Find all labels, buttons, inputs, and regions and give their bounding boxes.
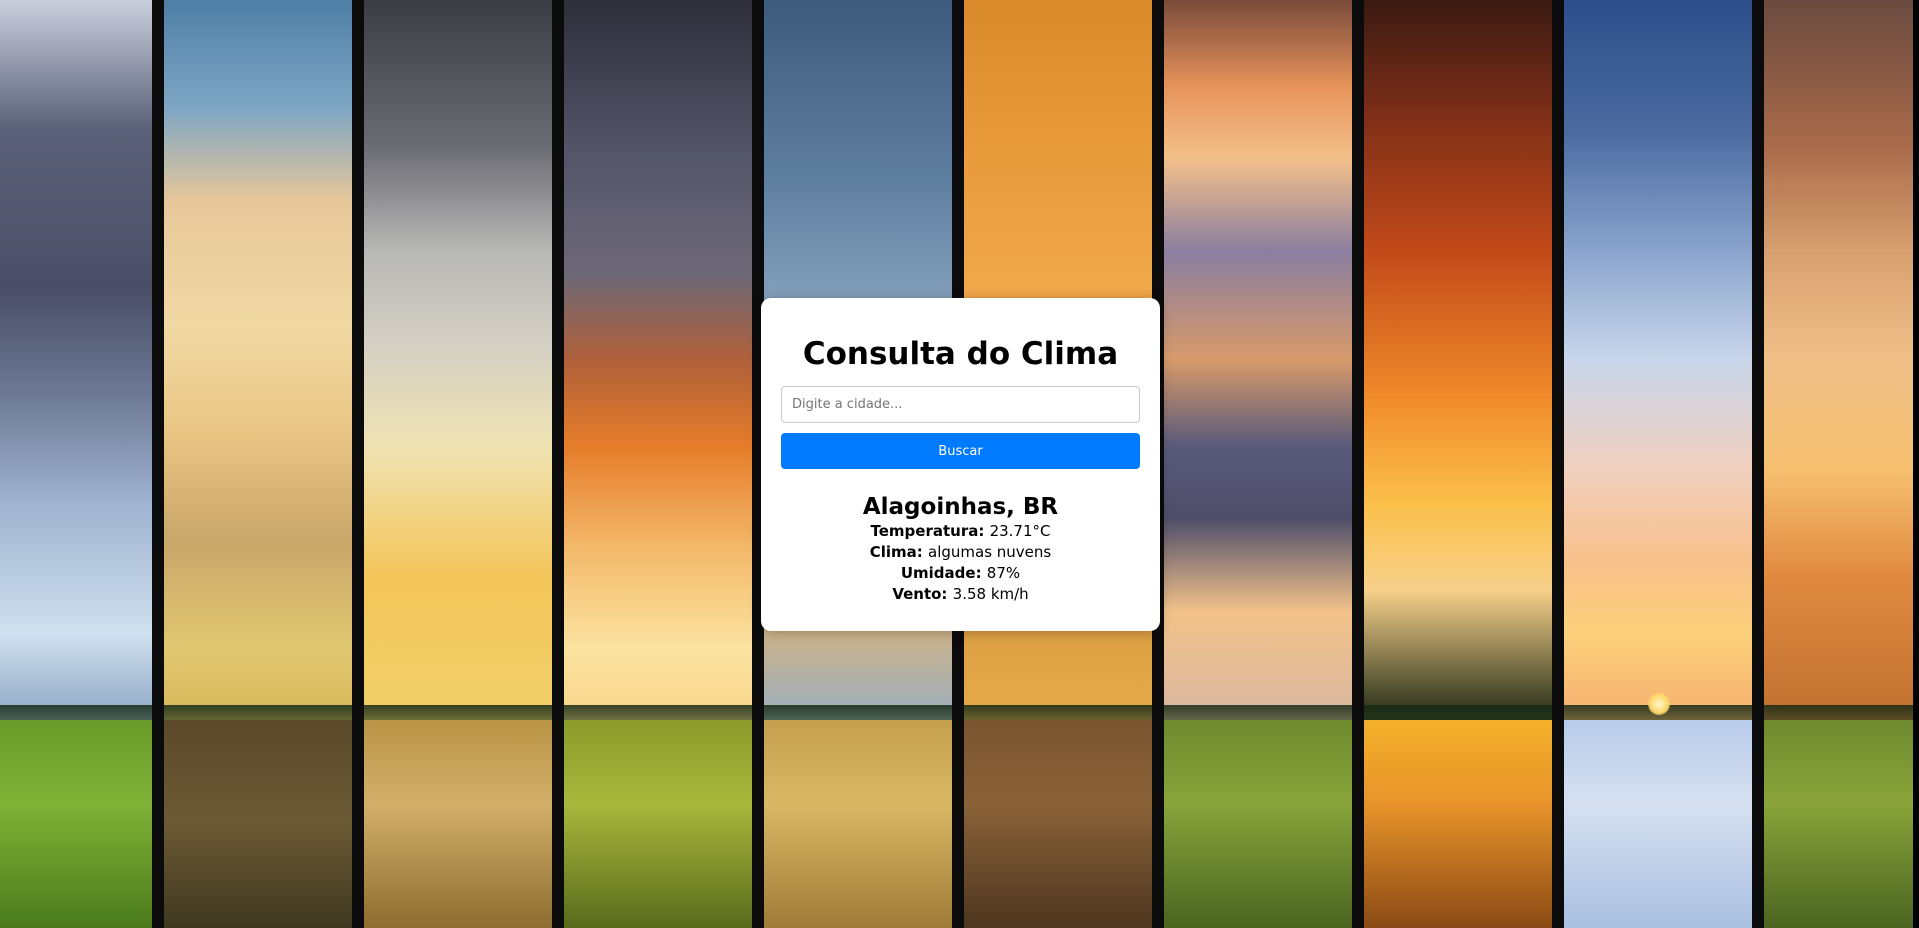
- wind-label: Vento:: [892, 585, 953, 603]
- wind-row: Vento: 3.58 km/h: [781, 584, 1140, 605]
- landscape-strip: [0, 0, 152, 928]
- condition-label: Clima:: [869, 543, 929, 561]
- temperature-label: Temperatura:: [870, 522, 990, 540]
- landscape-strip: [1764, 0, 1913, 928]
- strip-divider: [352, 0, 364, 928]
- landscape-strip: [564, 0, 752, 928]
- city-search-input[interactable]: [781, 386, 1140, 423]
- strip-divider: [152, 0, 164, 928]
- condition-value: algumas nuvens: [928, 543, 1052, 561]
- strip-divider: [552, 0, 564, 928]
- location-heading: Alagoinhas, BR: [862, 494, 1059, 520]
- strip-divider: [1352, 0, 1364, 928]
- search-button[interactable]: Buscar: [781, 433, 1140, 469]
- temperature-row: Temperatura: 23.71°C: [781, 521, 1140, 542]
- landscape-strip: [164, 0, 352, 928]
- humidity-value: 87%: [986, 564, 1021, 582]
- wind-value: 3.58 km/h: [952, 585, 1029, 603]
- temperature-value: 23.71°C: [989, 522, 1051, 540]
- humidity-label: Umidade:: [900, 564, 987, 582]
- landscape-strip: [364, 0, 552, 928]
- strip-divider: [1752, 0, 1764, 928]
- landscape-strip: [1564, 0, 1752, 928]
- weather-card: Consulta do Clima Buscar Alagoinhas, BR …: [761, 298, 1160, 631]
- page-title: Consulta do Clima: [802, 336, 1119, 372]
- landscape-strip: [1364, 0, 1552, 928]
- weather-result: Alagoinhas, BR Temperatura: 23.71°C Clim…: [781, 493, 1140, 605]
- strip-divider: [1552, 0, 1564, 928]
- landscape-strip: [1164, 0, 1352, 928]
- humidity-row: Umidade: 87%: [781, 563, 1140, 584]
- sun-icon: [1648, 693, 1670, 715]
- condition-row: Clima: algumas nuvens: [781, 542, 1140, 563]
